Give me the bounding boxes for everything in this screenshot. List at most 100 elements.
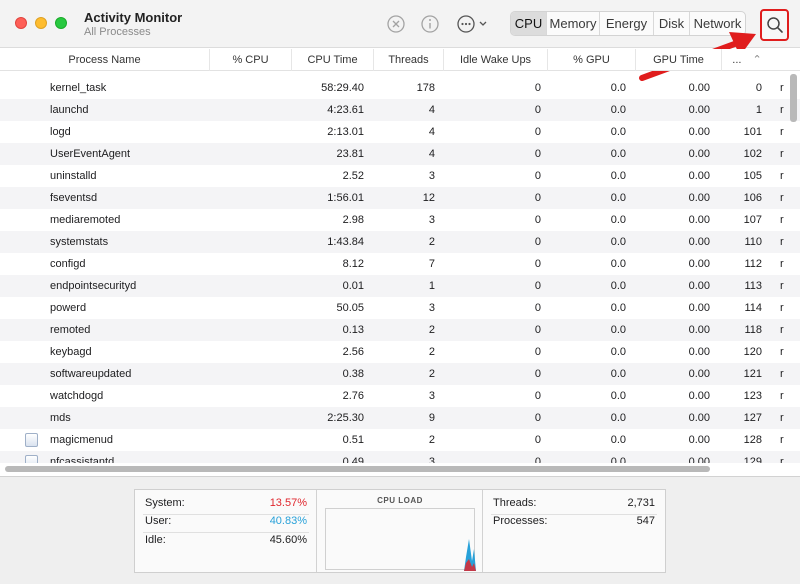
- threads-count: 3: [428, 214, 435, 226]
- minimize-window-button[interactable]: [35, 17, 47, 29]
- table-row[interactable]: logd 2:13.01 4 0 0.0 0.00 101 r: [0, 121, 800, 143]
- gpu-time: 0.00: [688, 104, 710, 116]
- threads-count: 12: [422, 192, 435, 204]
- idle-wake-ups: 0: [534, 346, 541, 358]
- idle-wake-ups: 0: [534, 214, 541, 226]
- user-stat: User: 40.83%: [145, 515, 307, 529]
- table-row[interactable]: launchd 4:23.61 4 0 0.0 0.00 1 r: [0, 99, 800, 121]
- cpu-time: 2:13.01: [327, 126, 364, 138]
- threads-count: 4: [428, 126, 435, 138]
- gpu-percent: 0.0: [610, 280, 626, 292]
- threads-count: 2: [428, 434, 435, 446]
- pid: 120: [743, 346, 762, 358]
- tab-energy[interactable]: Energy: [600, 12, 654, 35]
- column-process-name[interactable]: Process Name: [0, 49, 210, 71]
- gpu-time: 0.00: [688, 302, 710, 314]
- table-row[interactable]: mds 2:25.30 9 0 0.0 0.00 127 r: [0, 407, 800, 429]
- gpu-percent: 0.0: [610, 126, 626, 138]
- app-subtitle[interactable]: All Processes: [84, 26, 151, 38]
- toolbar: Activity Monitor All Processes CPU Memor…: [0, 0, 800, 48]
- table-row[interactable]: uninstalld 2.52 3 0 0.0 0.00 105 r: [0, 165, 800, 187]
- column-idle-wake-ups[interactable]: Idle Wake Ups: [444, 49, 548, 71]
- table-row[interactable]: configd 8.12 7 0 0.0 0.00 112 r: [0, 253, 800, 275]
- cpu-time: 1:43.84: [327, 236, 364, 248]
- stats-panel: System: 13.57% User: 40.83% Idle: 45.60%…: [134, 489, 666, 573]
- idle-wake-ups: 0: [534, 302, 541, 314]
- gpu-percent: 0.0: [610, 390, 626, 402]
- idle-wake-ups: 0: [534, 368, 541, 380]
- pid: 101: [743, 126, 762, 138]
- table-row[interactable]: softwareupdated 0.38 2 0 0.0 0.00 121 r: [0, 363, 800, 385]
- column-gpu[interactable]: % GPU: [548, 49, 636, 71]
- user: r: [780, 434, 784, 446]
- idle-wake-ups: 0: [534, 280, 541, 292]
- process-name: softwareupdated: [50, 368, 132, 380]
- column-threads[interactable]: Threads: [374, 49, 444, 71]
- cpu-time: 2:25.30: [327, 412, 364, 424]
- column-gpu-time[interactable]: GPU Time: [636, 49, 722, 71]
- gpu-time: 0.00: [688, 390, 710, 402]
- table-row[interactable]: keybagd 2.56 2 0 0.0 0.00 120 r: [0, 341, 800, 363]
- search-button[interactable]: [760, 9, 789, 41]
- gpu-time: 0.00: [688, 412, 710, 424]
- threads-count: 4: [428, 148, 435, 160]
- zoom-window-button[interactable]: [55, 17, 67, 29]
- vertical-scrollbar[interactable]: [790, 74, 797, 122]
- column-cpu[interactable]: % CPU: [210, 49, 292, 71]
- gpu-time: 0.00: [688, 280, 710, 292]
- table-row[interactable]: nfcassistantd 0.49 3 0 0.0 0.00 129 r: [0, 451, 800, 463]
- gpu-time: 0.00: [688, 214, 710, 226]
- gpu-percent: 0.0: [610, 346, 626, 358]
- table-row[interactable]: powerd 50.05 3 0 0.0 0.00 114 r: [0, 297, 800, 319]
- cpu-load-graph: [325, 508, 476, 571]
- more-options-button[interactable]: [456, 14, 492, 34]
- table-row[interactable]: fseventsd 1:56.01 12 0 0.0 0.00 106 r: [0, 187, 800, 209]
- horizontal-scrollbar[interactable]: [5, 466, 710, 472]
- user: r: [780, 214, 784, 226]
- gpu-time: 0.00: [688, 192, 710, 204]
- column-pid[interactable]: ... ⌃: [722, 49, 772, 71]
- cpu-load-section: CPU LOAD: [317, 490, 483, 572]
- threads-count: 4: [428, 104, 435, 116]
- table-row[interactable]: magicmenud 0.51 2 0 0.0 0.00 128 r: [0, 429, 800, 451]
- system-value: 13.57%: [269, 497, 307, 509]
- idle-wake-ups: 0: [534, 324, 541, 336]
- process-name: mediaremoted: [50, 214, 121, 226]
- processes-stat: Processes: 547: [493, 515, 655, 529]
- app-icon: [25, 433, 38, 447]
- tab-memory[interactable]: Memory: [547, 12, 600, 35]
- tab-network[interactable]: Network: [690, 12, 745, 35]
- cpu-time: 23.81: [336, 148, 364, 160]
- cpu-time: 50.05: [336, 302, 364, 314]
- user: r: [780, 324, 784, 336]
- table-row[interactable]: systemstats 1:43.84 2 0 0.0 0.00 110 r: [0, 231, 800, 253]
- column-cpu-time[interactable]: CPU Time: [292, 49, 374, 71]
- process-name: mds: [50, 412, 71, 424]
- pid: 113: [744, 280, 762, 292]
- table-row[interactable]: watchdogd 2.76 3 0 0.0 0.00 123 r: [0, 385, 800, 407]
- cpu-load-title: CPU LOAD: [377, 496, 423, 505]
- user: r: [780, 302, 784, 314]
- tab-cpu[interactable]: CPU: [511, 12, 547, 35]
- user: r: [780, 126, 784, 138]
- process-name: nfcassistantd: [50, 456, 115, 463]
- idle-wake-ups: 0: [534, 434, 541, 446]
- close-window-button[interactable]: [15, 17, 27, 29]
- table-row[interactable]: kernel_task 58:29.40 178 0 0.0 0.00 0 r: [0, 77, 800, 99]
- stop-process-button[interactable]: [386, 14, 406, 34]
- pid: 123: [743, 390, 762, 402]
- table-row[interactable]: endpointsecurityd 0.01 1 0 0.0 0.00 113 r: [0, 275, 800, 297]
- table-row[interactable]: remoted 0.13 2 0 0.0 0.00 118 r: [0, 319, 800, 341]
- tab-disk[interactable]: Disk: [654, 12, 690, 35]
- inspect-process-button[interactable]: [420, 14, 440, 34]
- gpu-percent: 0.0: [610, 434, 626, 446]
- stats-area: System: 13.57% User: 40.83% Idle: 45.60%…: [0, 476, 800, 584]
- user: r: [780, 192, 784, 204]
- table-row[interactable]: mediaremoted 2.98 3 0 0.0 0.00 107 r: [0, 209, 800, 231]
- gpu-percent: 0.0: [610, 148, 626, 160]
- user: r: [780, 368, 784, 380]
- process-name: systemstats: [50, 236, 109, 248]
- table-row[interactable]: UserEventAgent 23.81 4 0 0.0 0.00 102 r: [0, 143, 800, 165]
- gpu-percent: 0.0: [610, 236, 626, 248]
- gpu-percent: 0.0: [610, 192, 626, 204]
